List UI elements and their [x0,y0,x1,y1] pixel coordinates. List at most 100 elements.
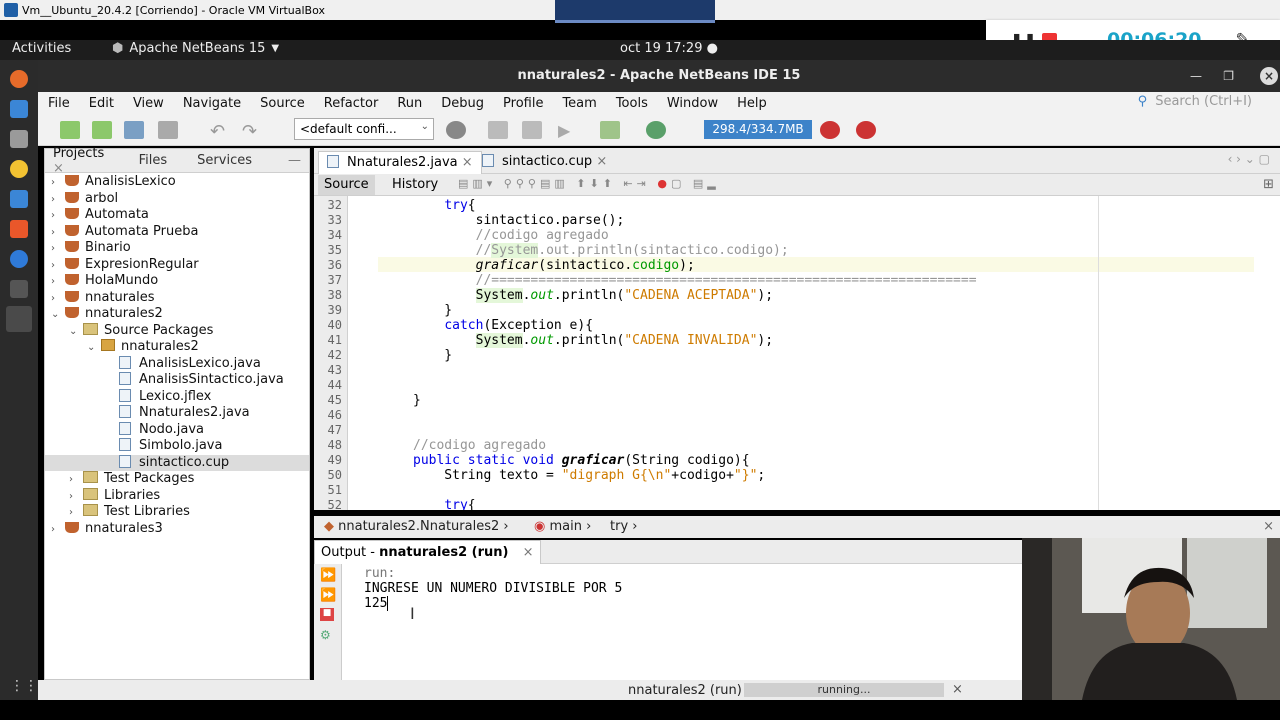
collapsed-arrow-icon[interactable]: › [51,192,65,208]
tree-item[interactable]: › HolaMundo [45,273,309,289]
expanded-arrow-icon[interactable]: ⌄ [69,324,83,340]
new-project-icon[interactable] [92,121,112,139]
tree-item[interactable]: Nnaturales2.java [45,405,309,421]
menu-team[interactable]: Team [552,96,605,111]
tree-item[interactable]: › nnaturales [45,290,309,306]
tree-item[interactable]: Lexico.jflex [45,388,309,405]
tree-item[interactable]: › nnaturales3 [45,521,309,537]
tree-item[interactable]: › arbol [45,191,309,207]
collapsed-arrow-icon[interactable]: › [51,258,65,274]
tree-item[interactable]: sintactico.cup [45,454,309,471]
settings-icon[interactable]: ⚙ [320,628,331,642]
minimize-icon[interactable]: — [1190,60,1202,92]
breadcrumb-block[interactable]: try › [610,519,637,534]
search-box[interactable]: ⚲ Search (Ctrl+I) [1138,94,1252,109]
source-tab[interactable]: Source [318,175,375,195]
gc-icon[interactable] [820,121,840,139]
output-console[interactable]: ⏩ ⏩ ■ ⚙ run: INGRESE UN NUMERO DIVISIBLE… [314,564,1022,680]
tab-nnaturales2-java[interactable]: Nnaturales2.java × [318,151,482,174]
menu-window[interactable]: Window [657,96,727,111]
tab-projects[interactable]: Projects × [45,146,117,176]
tree-item[interactable]: › AnalisisLexico [45,174,309,190]
save-all-icon[interactable] [158,121,178,139]
tree-item[interactable]: ⌄ Source Packages [45,322,309,340]
tree-item[interactable]: ⌄ nnaturales2 [45,339,309,355]
activities-button[interactable]: Activities [12,41,71,56]
collapsed-arrow-icon[interactable]: › [51,274,65,290]
tree-item[interactable]: › ExpresionRegular [45,257,309,273]
tree-item[interactable]: › Test Libraries [45,504,309,520]
cancel-task-icon[interactable]: × [952,682,963,697]
collapsed-arrow-icon[interactable]: › [51,522,65,538]
collapsed-arrow-icon[interactable]: › [51,241,65,257]
minimize-panel-icon[interactable]: — [280,153,309,168]
expanded-arrow-icon[interactable]: ⌄ [87,340,101,356]
mail-icon[interactable] [10,100,28,118]
profile-icon[interactable] [646,121,666,139]
close-icon[interactable]: × [462,155,473,170]
menu-view[interactable]: View [123,96,173,111]
menu-run[interactable]: Run [387,96,431,111]
expanded-arrow-icon[interactable]: ⌄ [51,307,65,323]
close-icon[interactable]: × [1260,67,1278,85]
rerun-icon[interactable]: ⏩ [320,568,336,583]
tree-item[interactable]: AnalisisLexico.java [45,355,309,372]
code-editor[interactable]: 32 33 34 35 36 37 38 39 40 41 42 43 44 45 46 47 48 49 50 51… [314,196,1280,510]
tree-item[interactable]: AnalisisSintactico.java [45,372,309,388]
rerun-different-icon[interactable]: ⏩ [320,588,336,603]
netbeans-dock-icon[interactable] [6,306,32,332]
close-icon[interactable]: × [523,545,534,560]
profile-ide-icon[interactable] [856,121,876,139]
memory-indicator[interactable]: 298.4/334.7MB [704,120,812,139]
breadcrumb-class[interactable]: ◆ nnaturales2.Nnaturales2 › [324,519,509,534]
terminal-icon[interactable] [10,280,28,298]
new-file-icon[interactable] [60,121,80,139]
tree-item[interactable]: Nodo.java [45,421,309,438]
history-tab[interactable]: History [392,177,438,192]
stop-icon[interactable]: ■ [320,608,334,621]
tree-item[interactable]: › Binario [45,240,309,256]
run-icon[interactable]: ▶ [558,121,578,140]
breadcrumb-method[interactable]: ◉ main › [534,519,591,534]
show-apps-icon[interactable]: ⋮⋮ [10,678,38,696]
tree-item[interactable]: Simbolo.java [45,438,309,454]
menu-help[interactable]: Help [727,96,776,111]
running-task[interactable]: nnaturales2 (run) [628,683,742,698]
tab-files[interactable]: Files [131,153,176,168]
tree-item[interactable]: › Automata [45,207,309,223]
redo-icon[interactable]: ↷ [242,121,262,142]
collapsed-arrow-icon[interactable]: › [51,175,65,191]
editor-toolbar-icons[interactable]: ▤▥▾ ⚲⚲⚲▤▥ ⬆⬇⬆ ⇤⇥ ●▢ ▤▂ [458,177,720,190]
tree-item[interactable]: ⌄ nnaturales2 [45,306,309,322]
configuration-select[interactable]: <default confi... ⌄ [294,118,434,140]
software-icon[interactable] [10,220,28,238]
tab-output[interactable]: Output - nnaturales2 (run) × [314,540,541,564]
clean-build-icon[interactable] [522,121,542,139]
window-controls-icon[interactable]: ‹ › ⌄ ▢ [1228,152,1270,166]
document-icon[interactable] [10,190,28,208]
globe-icon[interactable] [446,121,466,139]
files-icon[interactable] [10,130,28,148]
menu-refactor[interactable]: Refactor [314,96,388,111]
menu-debug[interactable]: Debug [431,96,493,111]
split-icon[interactable]: ⊞ [1263,177,1274,192]
collapsed-arrow-icon[interactable]: › [69,489,83,505]
menu-file[interactable]: File [38,96,79,111]
collapsed-arrow-icon[interactable]: › [51,225,65,241]
collapsed-arrow-icon[interactable]: › [69,505,83,521]
firefox-icon[interactable] [10,70,28,88]
tab-services[interactable]: Services [189,153,260,168]
menu-profile[interactable]: Profile [493,96,552,111]
tree-item[interactable]: › Automata Prueba [45,224,309,240]
close-icon[interactable]: × [1263,519,1274,534]
tree-item[interactable]: › Test Packages [45,471,309,487]
tab-sintactico-cup[interactable]: sintactico.cup × [474,151,615,174]
close-icon[interactable]: × [596,154,607,169]
music-icon[interactable] [10,160,28,178]
open-project-icon[interactable] [124,121,144,139]
menu-source[interactable]: Source [250,96,314,111]
maximize-icon[interactable]: ❐ [1223,60,1234,92]
help-icon[interactable] [10,250,28,268]
collapsed-arrow-icon[interactable]: › [69,472,83,488]
undo-icon[interactable]: ↶ [210,121,230,142]
